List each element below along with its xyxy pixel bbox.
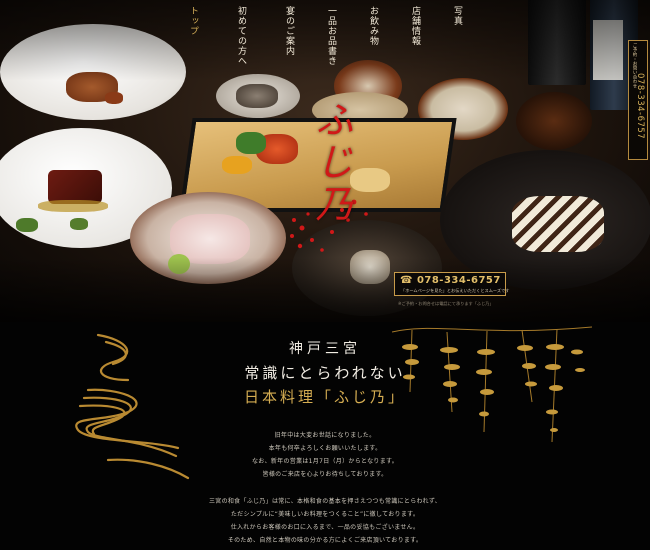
hero-photo: ふじ乃 トップ 初めての方へ 宴のご案内 一品お品書き お飲み物 店舗情報 写真…: [0, 0, 650, 322]
nav-item-gallery[interactable]: 写真: [442, 6, 464, 26]
restaurant-logo[interactable]: ふじ乃: [298, 100, 378, 230]
about-line: ただシンプルに“美味しいお料理をつくること”に徹しております。: [230, 511, 420, 518]
notice-line: なお、新年の営業は1月7日（月）からとなります。: [251, 458, 399, 465]
nav-label: お飲み物: [368, 6, 378, 46]
phone-number-text: 078-334-6757: [416, 275, 501, 286]
notice-line: 旧年中は大変お世話になりました。: [274, 432, 376, 439]
intro-lead-location: 神戸三宮: [289, 341, 361, 357]
nav-label: トップ: [188, 6, 198, 36]
nav-item-course[interactable]: 宴のご案内: [274, 6, 296, 56]
nav-item-drink[interactable]: お飲み物: [358, 6, 380, 46]
phone-vertical-number[interactable]: 078-334-6757: [635, 73, 645, 139]
phone-vertical-banner[interactable]: ご予約・お問い合わせ 078-334-6757: [628, 40, 648, 160]
page: ふじ乃 トップ 初めての方へ 宴のご案内 一品お品書き お飲み物 店舗情報 写真…: [0, 0, 650, 550]
phone-number[interactable]: ☎ 078-334-6757: [400, 275, 501, 286]
about-line: そのため、自然と本物の味の分かる方によくご来店頂いております。: [227, 537, 423, 544]
about-line: 仕入れからお客様のお口に入るまで、一品の妥協もございません。: [230, 524, 420, 531]
nav-label: 宴のご案内: [284, 6, 294, 56]
nav-item-top[interactable]: トップ: [178, 6, 200, 36]
intro-lead-name: 日本料理「ふじ乃」: [243, 388, 406, 406]
nav-label: 店舗情報: [410, 6, 420, 46]
notice-line: 本年も何卒よろしくお願いいたします。: [268, 445, 382, 452]
nav-label: 一品お品書き: [326, 6, 336, 66]
nav-label: 初めての方へ: [236, 6, 246, 66]
nav-item-first-visitor[interactable]: 初めての方へ: [226, 6, 248, 66]
nav-item-alacarte[interactable]: 一品お品書き: [316, 6, 338, 66]
notice-line: 皆様のご来店を心よりお待ちしております。: [262, 471, 388, 478]
logo-text: ふじ乃: [309, 100, 353, 226]
nav-label: 写真: [452, 6, 462, 26]
about-line: 三宮の和食「ふじ乃」は常に、本格和食の基本を押さえつつも常識にとらわれず、: [208, 498, 442, 505]
phone-icon: ☎: [400, 275, 417, 286]
phone-note: ※ご予約・お問合せは電話にて承ります「ふじ乃」: [398, 301, 494, 306]
phone-box[interactable]: ☎ 078-334-6757 「ホームページを見た」とお伝えいただくとスムーズで…: [394, 272, 510, 296]
intro-lead-tagline: 常識にとらわれない: [244, 364, 406, 382]
phone-caption: 「ホームページを見た」とお伝えいただくとスムーズです: [401, 288, 510, 293]
nav-item-information[interactable]: 店舗情報: [400, 6, 422, 46]
